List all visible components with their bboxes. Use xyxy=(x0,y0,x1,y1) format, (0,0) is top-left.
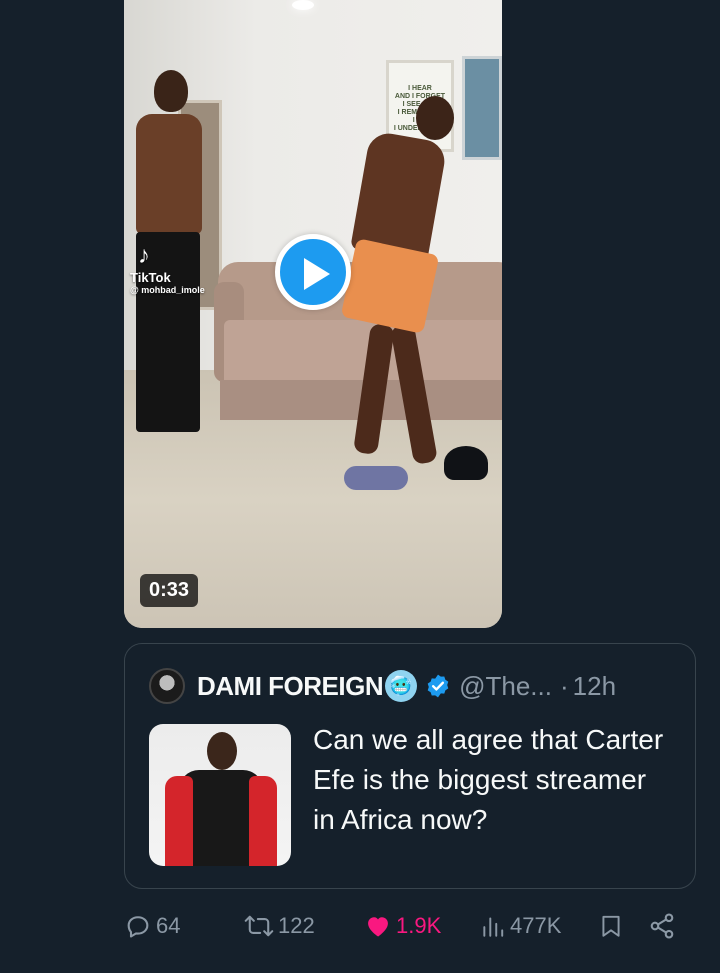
tiktok-watermark: ♪ TikTok @ mohbad_imole xyxy=(130,242,205,296)
quoted-tweet[interactable]: DAMI FOREIGN 🥶 @The... · 12h Can we all … xyxy=(124,643,696,889)
avatar[interactable] xyxy=(149,668,185,704)
retweet-button[interactable]: 122 xyxy=(244,912,315,940)
verified-badge-icon xyxy=(427,674,449,698)
quoted-tweet-image[interactable] xyxy=(149,724,291,866)
share-icon xyxy=(650,913,674,939)
quoted-tweet-text: Can we all agree that Carter Efe is the … xyxy=(313,724,664,835)
play-button[interactable] xyxy=(275,234,351,310)
reply-button[interactable]: 64 xyxy=(124,912,180,940)
like-button[interactable]: 1.9K xyxy=(364,912,441,940)
play-icon xyxy=(304,258,330,290)
tiktok-brand: TikTok xyxy=(130,270,171,285)
wall-picture xyxy=(462,56,502,160)
bookmark-icon xyxy=(602,915,620,937)
reply-icon xyxy=(127,916,149,938)
like-count: 1.9K xyxy=(396,913,442,938)
quoted-tweet-header: DAMI FOREIGN 🥶 @The... · 12h xyxy=(149,668,616,704)
retweet-count: 122 xyxy=(278,913,315,938)
heart-icon xyxy=(368,917,388,937)
tiktok-handle: @ mohbad_imole xyxy=(130,285,205,295)
retweet-icon xyxy=(244,915,274,937)
tiktok-logo-icon: ♪ xyxy=(138,242,150,269)
reply-count: 64 xyxy=(156,913,181,938)
views-button[interactable]: 477K xyxy=(480,912,561,940)
cold-face-emoji-icon: 🥶 xyxy=(385,670,418,702)
tweet-action-bar: 64 122 1.9K 477K xyxy=(124,900,696,954)
bookmark-button[interactable] xyxy=(598,912,624,940)
author-handle[interactable]: @The... xyxy=(459,671,552,702)
tweet-video[interactable]: I HEAR AND I FORGET I SEE AND I REMEMBER… xyxy=(124,0,502,628)
tweet-timestamp[interactable]: 12h xyxy=(573,671,616,702)
poster-line: I HEAR xyxy=(408,85,432,92)
video-duration: 0:33 xyxy=(140,574,199,607)
views-count: 477K xyxy=(510,913,562,938)
share-button[interactable] xyxy=(648,912,676,940)
views-chart-icon xyxy=(483,917,504,937)
dancing-person xyxy=(332,96,462,506)
separator-dot: · xyxy=(559,670,569,701)
author-name[interactable]: DAMI FOREIGN xyxy=(197,671,384,702)
ceiling-light xyxy=(292,0,314,10)
